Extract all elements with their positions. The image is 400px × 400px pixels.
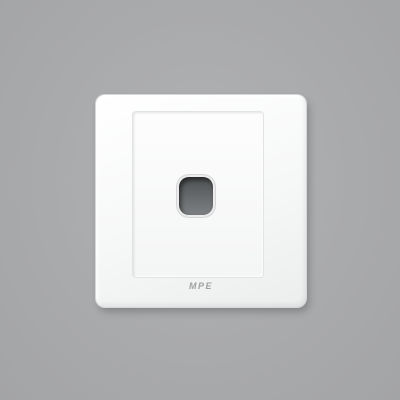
socket-opening: [179, 177, 213, 215]
brand-logo-text: MPE: [188, 281, 213, 291]
product-photo: MPE: [0, 0, 400, 400]
wall-plate: MPE: [96, 95, 306, 307]
plate-insert-panel: [133, 112, 263, 277]
